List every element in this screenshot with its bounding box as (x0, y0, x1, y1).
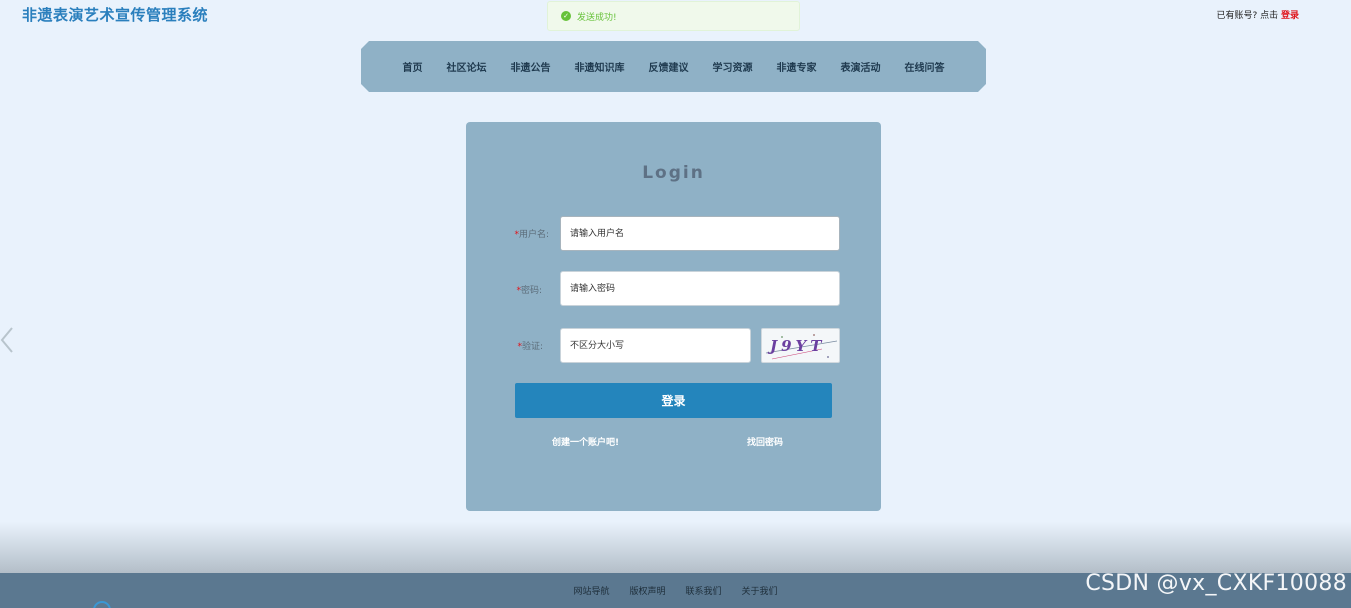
nav-item-feedback[interactable]: 反馈建议 (637, 59, 701, 74)
login-title: Login (642, 163, 705, 183)
captcha-image[interactable]: J9YT (761, 328, 840, 363)
create-account-link[interactable]: 创建一个账户吧! (552, 435, 619, 448)
chevron-left-icon[interactable] (0, 326, 20, 354)
captcha-label: *验证: (517, 342, 543, 352)
login-card: Login *用户名: *密码: *验证: J9YT 登录 创建一个账户吧! 找… (466, 122, 881, 511)
login-hint: 已有账号? 点击 登录 (1216, 8, 1299, 21)
nav-item-announcements[interactable]: 非遗公告 (499, 59, 563, 74)
footer-link-about[interactable]: 关于我们 (732, 584, 788, 597)
password-label: *密码: (516, 286, 542, 296)
footer-link-contact[interactable]: 联系我们 (676, 584, 732, 597)
nav-item-home[interactable]: 首页 (391, 59, 435, 74)
nav-item-performances[interactable]: 表演活动 (829, 59, 893, 74)
captcha-code: J9YT (767, 337, 825, 355)
username-input[interactable] (560, 216, 840, 251)
main-nav: 首页 社区论坛 非遗公告 非遗知识库 反馈建议 学习资源 非遗专家 表演活动 在… (361, 41, 986, 92)
success-toast: ✓ 发送成功! (547, 1, 800, 31)
watermark: CSDN @vx_CXKF10088 (1085, 571, 1347, 596)
nav-item-forum[interactable]: 社区论坛 (435, 59, 499, 74)
footer-gradient (0, 522, 1351, 573)
captcha-input[interactable] (560, 328, 751, 363)
header-login-link[interactable]: 登录 (1281, 11, 1299, 21)
forgot-password-link[interactable]: 找回密码 (747, 435, 783, 448)
check-circle-icon: ✓ (561, 11, 571, 21)
account-hint-text: 已有账号? 点击 (1216, 11, 1279, 21)
footer-link-copyright[interactable]: 版权声明 (619, 584, 675, 597)
nav-item-qa[interactable]: 在线问答 (893, 59, 957, 74)
nav-item-experts[interactable]: 非遗专家 (765, 59, 829, 74)
toast-message: 发送成功! (577, 12, 617, 23)
login-button[interactable]: 登录 (515, 383, 832, 418)
username-label: *用户名: (514, 230, 549, 240)
nav-item-learning-resources[interactable]: 学习资源 (701, 59, 765, 74)
password-input[interactable] (560, 271, 840, 306)
footer-link-sitemap[interactable]: 网站导航 (563, 584, 619, 597)
site-title: 非遗表演艺术宣传管理系统 (22, 6, 209, 24)
nav-item-knowledge-base[interactable]: 非遗知识库 (563, 59, 637, 74)
